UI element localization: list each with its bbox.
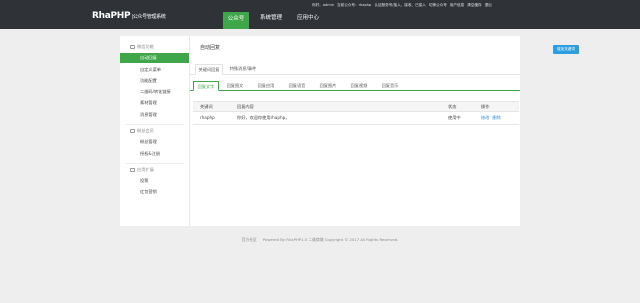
footer-copyright: Powered By RhaPHP1.0 二维商城 Copyright © 20… xyxy=(262,237,399,242)
logo-sub: |公众号管理系统 xyxy=(131,14,166,20)
sidebar-item-auth-register[interactable]: 授权&注册 xyxy=(120,149,189,159)
tab-label: 回复应用 xyxy=(257,83,275,88)
sidebar-item-label: 自动回复 xyxy=(140,55,157,60)
app-logo[interactable]: RhaPHP|公众号管理系统 xyxy=(92,11,166,21)
tab-label: 回复音乐 xyxy=(381,83,399,88)
cell-keyword: rhaphp xyxy=(200,115,215,120)
cell-actions: 修改 删除 xyxy=(481,112,504,124)
tab-special-message[interactable]: 特殊消息/事件 xyxy=(226,64,260,75)
secondary-tabs: 回复文字 回复图文 回复应用 回复语音 回复图片 回复视频 回复音乐 xyxy=(190,81,520,91)
page-title: 自动回复 xyxy=(200,45,221,51)
footer-community-link[interactable]: 官方社区 xyxy=(242,237,257,242)
nav-tab-system-management[interactable]: 系统管理 xyxy=(255,11,287,29)
sidebar-item-label: 消息管理 xyxy=(140,112,157,117)
sidebar-item-label: 粉丝管理 xyxy=(140,139,157,144)
tab-label: 回复图片 xyxy=(319,83,337,88)
logout-link[interactable]: 退出 xyxy=(485,3,492,7)
sidebar-divider xyxy=(126,124,184,125)
chat-icon xyxy=(130,44,135,49)
sidebar-group-fans: 粉丝会员 xyxy=(130,128,154,134)
sidebar-item-red-packet[interactable]: 红包营销 xyxy=(120,187,189,197)
account-detail-text: 认证服务号/接入、接收、已接入 xyxy=(374,3,426,7)
cell-reply: 你好，欢迎你使用rhaphp。 xyxy=(237,115,290,120)
sidebar-item-fans-management[interactable]: 粉丝管理 xyxy=(120,137,189,147)
sidebar-item-vote[interactable]: 投票 xyxy=(120,176,189,186)
sidebar-group-title: 微信功能 xyxy=(137,44,154,49)
nav-tab-label: 应用中心 xyxy=(296,15,319,21)
tab-reply-music[interactable]: 回复音乐 xyxy=(377,81,403,91)
sidebar-group-wechat: 微信功能 xyxy=(130,44,154,50)
clear-cache-link[interactable]: 清空缓存 xyxy=(467,3,481,7)
nav-tab-label: 公众号 xyxy=(227,16,245,22)
sidebar-item-label: 功能配置 xyxy=(140,78,157,83)
main-card: 微信功能 自动回复 自定义菜单 功能配置 二维码/转化链接 素材管理 消息管理 … xyxy=(120,36,579,226)
nav-tab-label: 系统管理 xyxy=(259,15,282,21)
user-icon xyxy=(130,128,135,133)
cell-status: 使用中 xyxy=(448,115,461,120)
primary-tabs: 关键词回复 特殊消息/事件 xyxy=(190,64,520,75)
tab-label: 关键词回复 xyxy=(198,67,220,72)
table-row: rhaphp 你好，欢迎你使用rhaphp。 使用中 修改 删除 xyxy=(193,112,519,125)
sidebar-item-auto-reply[interactable]: 自动回复 xyxy=(120,53,189,63)
sidebar: 微信功能 自动回复 自定义菜单 功能配置 二维码/转化链接 素材管理 消息管理 … xyxy=(120,36,190,226)
sidebar-group-title: 粉丝会员 xyxy=(137,128,154,133)
tab-reply-news[interactable]: 回复图文 xyxy=(222,81,248,91)
greeting-text: 你好，admin xyxy=(312,3,335,7)
sidebar-item-label: 二维码/转化链接 xyxy=(140,89,171,94)
tab-label: 回复文字 xyxy=(197,84,215,89)
table-header: 关键词 回复内容 状态 操作 xyxy=(193,101,519,112)
tab-label: 回复视频 xyxy=(350,83,368,88)
sidebar-divider xyxy=(126,163,184,164)
tab-reply-video[interactable]: 回复视频 xyxy=(346,81,372,91)
top-user-info: 你好，admin 当前公众号：rhaphp 认证服务号/接入、接收、已接入 切换公众号… xyxy=(312,2,495,8)
nav-tab-app-center[interactable]: 应用中心 xyxy=(292,11,324,29)
tab-label: 特殊消息/事件 xyxy=(229,66,257,71)
sidebar-item-label: 自定义菜单 xyxy=(140,67,161,72)
tab-reply-app[interactable]: 回复应用 xyxy=(253,81,279,91)
switch-account-link[interactable]: 切换公众号 xyxy=(429,3,447,7)
sidebar-item-function-config[interactable]: 功能配置 xyxy=(120,76,189,86)
edit-link[interactable]: 修改 xyxy=(481,115,489,120)
top-bar: RhaPHP|公众号管理系统 公众号 系统管理 应用中心 你好，admin 当前公… xyxy=(0,0,640,29)
sidebar-item-label: 素材管理 xyxy=(140,100,157,105)
sidebar-item-custom-menu[interactable]: 自定义菜单 xyxy=(120,65,189,75)
sidebar-item-label: 授权&注册 xyxy=(140,151,161,156)
column-header-keyword: 关键词 xyxy=(200,104,213,109)
tab-keyword-reply[interactable]: 关键词回复 xyxy=(195,64,223,75)
logo-main: RhaPHP xyxy=(92,11,131,21)
footer: 官方社区 Powered By RhaPHP1.0 二维商城 Copyright … xyxy=(0,237,640,243)
user-center-link[interactable]: 用户信息 xyxy=(450,3,464,7)
current-account-text: 当前公众号：rhaphp xyxy=(337,3,372,7)
sidebar-item-qrcode[interactable]: 二维码/转化链接 xyxy=(120,87,189,97)
sidebar-item-material[interactable]: 素材管理 xyxy=(120,98,189,108)
delete-link[interactable]: 删除 xyxy=(492,115,500,120)
sidebar-group-title: 应用扩展 xyxy=(137,167,154,172)
sidebar-item-label: 投票 xyxy=(140,178,149,183)
tab-reply-text[interactable]: 回复文字 xyxy=(193,81,219,91)
app-icon xyxy=(130,167,135,172)
sidebar-item-messages[interactable]: 消息管理 xyxy=(120,110,189,120)
tab-label: 回复图文 xyxy=(226,83,244,88)
tab-reply-image[interactable]: 回复图片 xyxy=(315,81,341,91)
sidebar-group-apps: 应用扩展 xyxy=(130,167,154,173)
nav-tab-official-account[interactable]: 公众号 xyxy=(223,12,249,29)
tab-label: 回复语音 xyxy=(288,83,306,88)
add-keyword-button[interactable]: 增加关键词 xyxy=(553,45,579,54)
sidebar-item-label: 红包营销 xyxy=(140,189,157,194)
column-header-status: 状态 xyxy=(448,104,457,109)
content-area: 自动回复 增加关键词 关键词回复 特殊消息/事件 回复文字 回复图文 回复应用 … xyxy=(190,36,579,226)
column-header-actions: 操作 xyxy=(481,104,490,109)
tab-reply-voice[interactable]: 回复语音 xyxy=(284,81,310,91)
column-header-reply: 回复内容 xyxy=(237,104,254,109)
